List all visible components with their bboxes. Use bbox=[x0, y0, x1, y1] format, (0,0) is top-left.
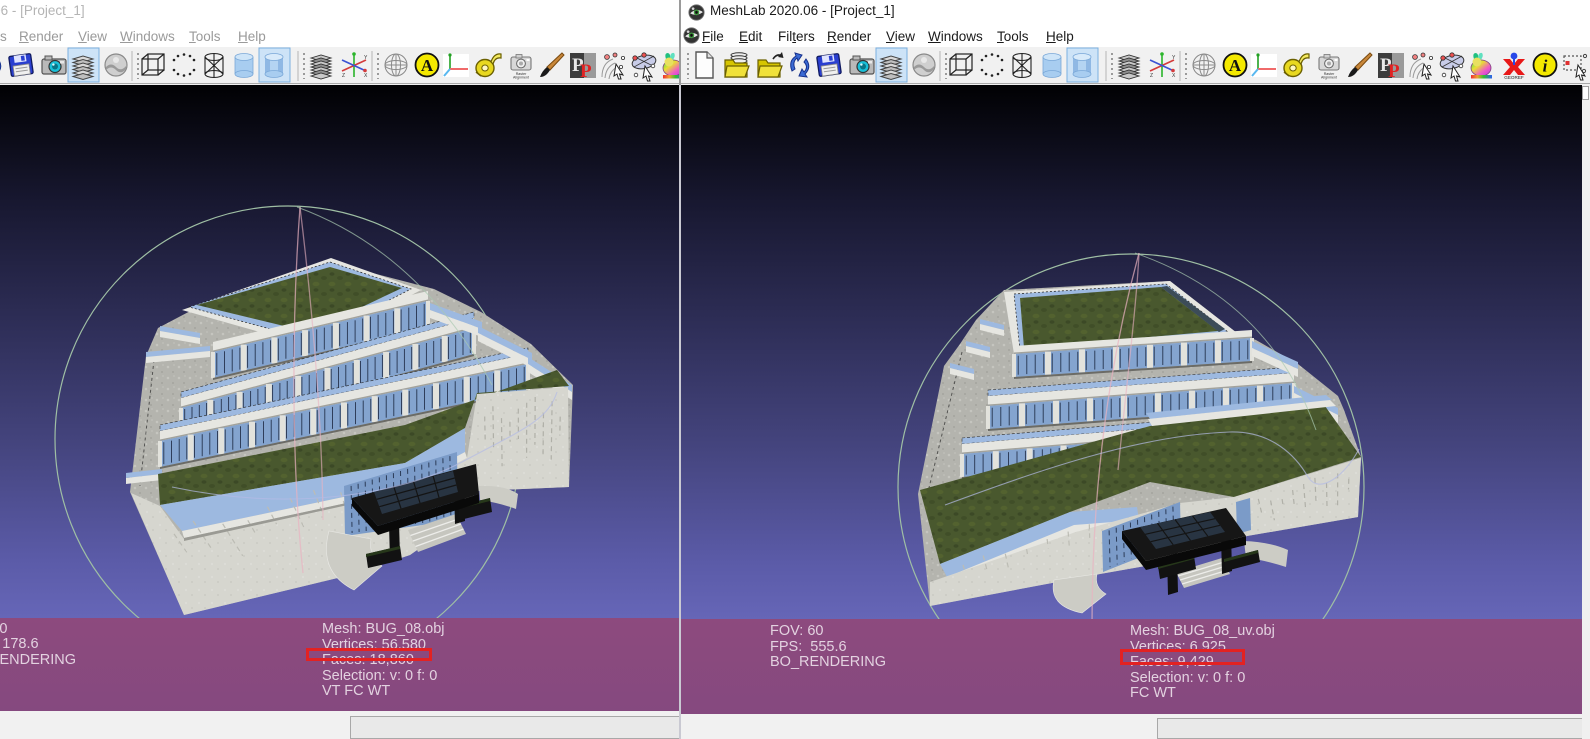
svg-text:i: i bbox=[1543, 57, 1548, 76]
svg-text:Alignment: Alignment bbox=[1321, 76, 1337, 80]
svg-text:P: P bbox=[1388, 61, 1400, 82]
svg-text:X: X bbox=[1172, 73, 1176, 79]
svg-text:GEOREF: GEOREF bbox=[1504, 75, 1524, 80]
svg-text:Y: Y bbox=[364, 55, 368, 61]
svg-text:A: A bbox=[421, 56, 434, 75]
svg-text:P: P bbox=[580, 61, 592, 82]
svg-text:A: A bbox=[1229, 56, 1242, 75]
svg-text:Alignment: Alignment bbox=[513, 76, 529, 80]
svg-text:Y: Y bbox=[1172, 55, 1176, 61]
svg-text:X: X bbox=[364, 73, 368, 79]
svg-text:Z: Z bbox=[1150, 73, 1153, 79]
svg-text:Z: Z bbox=[342, 73, 345, 79]
